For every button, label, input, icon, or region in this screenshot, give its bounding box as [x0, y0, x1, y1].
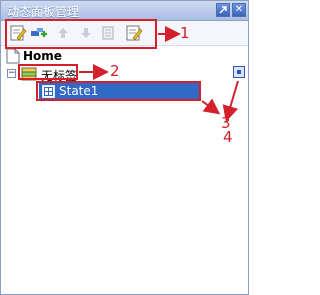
panel-indicator-icon[interactable] [233, 66, 245, 78]
pin-icon[interactable] [216, 3, 230, 17]
tree-item-home[interactable]: Home [3, 48, 203, 65]
window-title: 动态面板管理 [7, 5, 80, 19]
annotation-box-3 [36, 81, 201, 101]
annotation-box-1 [5, 19, 157, 49]
annotation-label-1: 1 [180, 24, 190, 42]
annotation-label-2: 2 [110, 62, 120, 80]
title-bar: 动态面板管理 ✕ [1, 1, 248, 21]
close-icon[interactable]: ✕ [232, 3, 246, 17]
annotation-label-4: 4 [223, 128, 233, 146]
home-label: Home [23, 49, 62, 63]
collapse-toggle[interactable]: − [7, 69, 16, 78]
annotation-box-2 [18, 64, 78, 80]
